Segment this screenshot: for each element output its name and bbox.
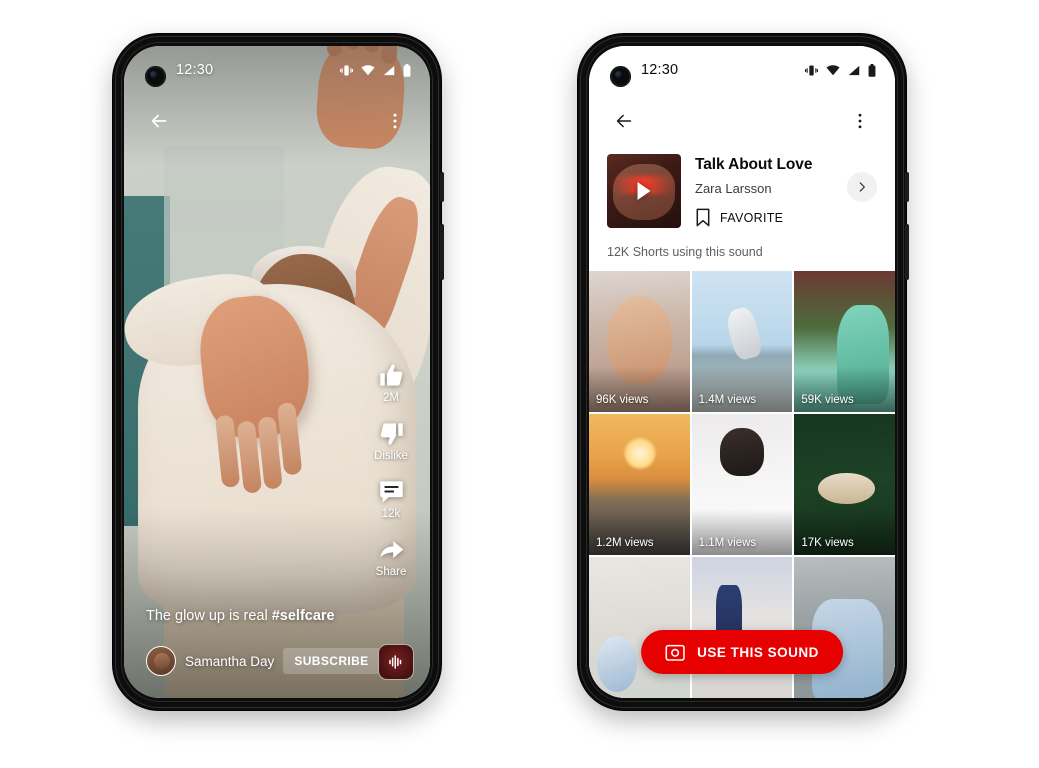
phone-left-shorts-player: 12:30 2M Dislike 12k Share The glow up i… [113,34,444,710]
more-vertical-icon[interactable] [380,106,410,136]
phone-left-side-button-top[interactable] [440,172,444,202]
camera-icon [665,644,685,661]
signal-icon [848,65,860,75]
caption-text: The glow up is real [146,608,272,624]
like-button[interactable]: 2M [362,362,420,404]
view-count: 17K views [801,537,854,549]
comment-button[interactable]: 12k [362,478,420,520]
like-count: 2M [383,392,399,404]
left-screen: 12:30 2M Dislike 12k Share The glow up i… [124,46,430,698]
chevron-right-icon[interactable] [847,172,877,202]
short-thumb-table-setting[interactable] [589,557,690,698]
right-screen: 12:30 Talk About Love Zara Larsson FAVOR… [589,46,895,698]
phone-right-sound-page: 12:30 Talk About Love Zara Larsson FAVOR… [578,34,909,710]
back-arrow-icon[interactable] [144,106,174,136]
view-count: 1.1M views [698,537,757,549]
short-thumb-dancers[interactable] [691,557,793,698]
share-label: Share [375,566,407,578]
wifi-icon [826,64,840,75]
sound-meta: Talk About Love Zara Larsson FAVORITE [695,154,833,227]
front-camera-punch-hole [610,66,631,87]
dislike-button[interactable]: Dislike [362,420,420,462]
favorite-label: FAVORITE [720,210,784,225]
shorts-count-label: 12K Shorts using this sound [607,245,763,259]
vibrate-icon [340,65,353,75]
right-status-bar: 12:30 [589,46,895,94]
phone-right-side-button-bottom[interactable] [905,224,909,280]
share-button[interactable]: Share [362,536,420,578]
sound-header: Talk About Love Zara Larsson FAVORITE [589,148,895,228]
play-icon [637,182,651,200]
short-thumb-garden[interactable]: 59K views [794,271,895,412]
right-top-bar [589,94,895,148]
sound-artist: Zara Larsson [695,181,772,196]
shorts-grid: 96K views 1.4M views 59K views 1.2M view… [589,271,895,698]
vibrate-icon [805,65,818,75]
more-vertical-icon[interactable] [845,106,875,136]
battery-icon [403,63,411,77]
dislike-label: Dislike [374,450,408,462]
use-this-sound-label: USE THIS SOUND [697,644,819,660]
subscribe-button[interactable]: SUBSCRIBE [283,648,380,674]
phone-right-side-button-top[interactable] [905,172,909,202]
caption-hashtag[interactable]: #selfcare [272,608,335,624]
sound-wave-icon[interactable] [378,644,414,680]
signal-icon [383,65,395,75]
channel-name[interactable]: Samantha Day [185,654,274,669]
view-count: 96K views [596,394,649,406]
phone-left-side-button-bottom[interactable] [440,224,444,280]
use-this-sound-button[interactable]: USE THIS SOUND [641,630,843,674]
view-count: 1.2M views [596,537,654,549]
short-thumb-skateboarder[interactable]: 1.4M views [691,271,793,412]
back-arrow-icon[interactable] [609,106,639,136]
short-thumb-denim-man[interactable] [794,557,895,698]
screenshot-canvas: 12:30 2M Dislike 12k Share The glow up i… [0,0,1039,768]
avatar[interactable] [146,646,176,676]
short-thumb-cake[interactable]: 17K views [794,414,895,555]
sound-title: Talk About Love [695,156,813,173]
status-clock: 12:30 [641,62,679,78]
left-top-bar [124,94,430,148]
video-caption: The glow up is real #selfcare [146,608,335,624]
comment-count: 12k [381,508,401,520]
short-thumb-skincare[interactable]: 96K views [589,271,690,412]
front-camera-punch-hole [145,66,166,87]
battery-icon [868,63,876,77]
album-art-thumbnail[interactable] [607,154,681,228]
left-status-bar: 12:30 [124,46,430,94]
favorite-button[interactable]: FAVORITE [695,208,833,227]
short-thumb-sunset-toast[interactable]: 1.2M views [589,414,690,555]
status-clock: 12:30 [176,62,214,78]
sound-detail-page: 12:30 Talk About Love Zara Larsson FAVOR… [589,46,895,698]
view-count: 59K views [801,394,854,406]
shorts-action-rail: 2M Dislike 12k Share [362,362,420,578]
view-count: 1.4M views [698,394,757,406]
bookmark-icon [696,208,710,227]
channel-row: Samantha Day SUBSCRIBE [146,646,380,676]
wifi-icon [361,64,375,75]
short-thumb-blanket[interactable]: 1.1M views [691,414,793,555]
